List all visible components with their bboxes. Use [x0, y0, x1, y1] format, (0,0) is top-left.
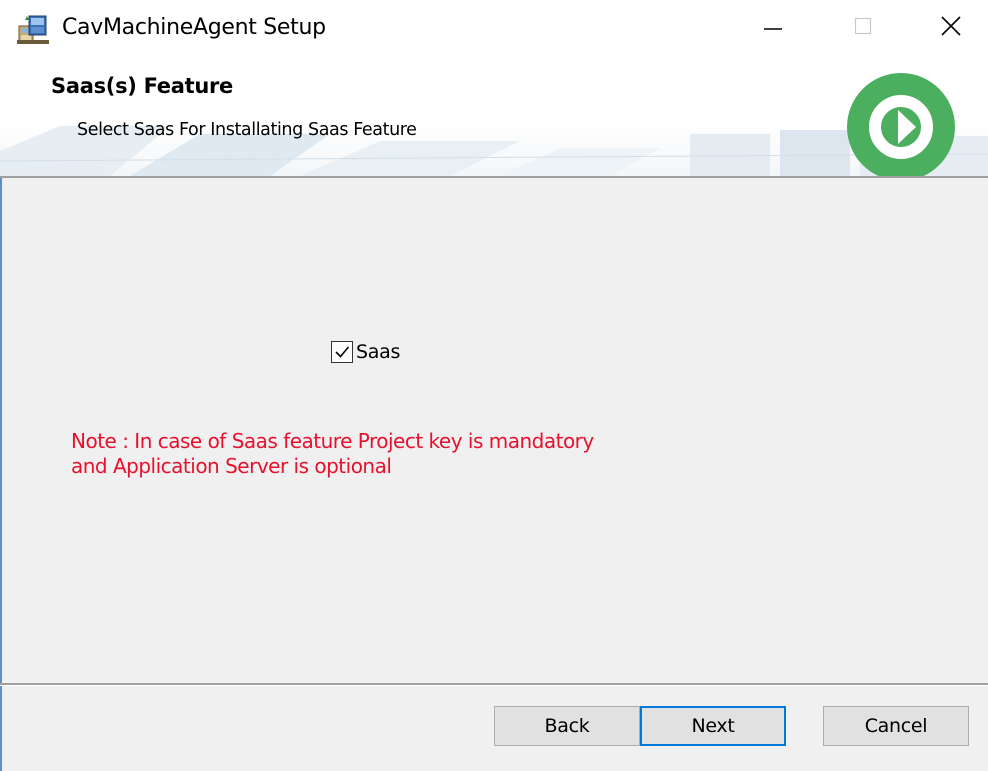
maximize-icon [853, 16, 873, 41]
banner-subtitle: Select Saas For Installating Saas Featur… [77, 120, 417, 140]
window-title: CavMachineAgent Setup [62, 15, 326, 40]
saas-checkbox[interactable]: Saas [331, 341, 400, 363]
note-line-1: Note : In case of Saas feature Project k… [71, 429, 594, 453]
note-line-2: and Application Server is optional [71, 454, 392, 478]
back-button[interactable]: Back [494, 706, 640, 746]
cavisson-logo [846, 72, 956, 176]
minimize-button[interactable] [728, 0, 818, 56]
next-button[interactable]: Next [640, 706, 786, 746]
cancel-button[interactable]: Cancel [823, 706, 969, 746]
setup-window: CavMachineAgent Setup Saas(s) Feature Se… [0, 0, 988, 771]
installer-icon[interactable] [16, 12, 50, 46]
minimize-icon [763, 16, 783, 41]
banner-title: Saas(s) Feature [51, 74, 233, 98]
footer-separator-highlight [0, 685, 988, 686]
saas-checkbox-label[interactable]: Saas [356, 341, 400, 363]
header-banner: Saas(s) Feature Select Saas For Installa… [0, 56, 988, 176]
maximize-button[interactable] [818, 0, 908, 56]
note-text: Note : In case of Saas feature Project k… [71, 429, 594, 479]
close-button[interactable] [906, 0, 988, 56]
checkbox-checked-icon[interactable] [331, 341, 353, 363]
title-bar[interactable]: CavMachineAgent Setup [0, 0, 988, 56]
close-icon [940, 15, 962, 42]
content-area: Saas Note : In case of Saas feature Proj… [0, 178, 988, 683]
